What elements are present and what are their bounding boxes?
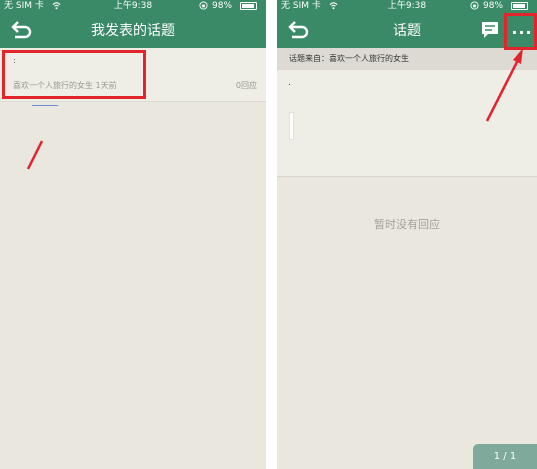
annotation-stroke [26,140,44,170]
annotation-arrow [485,48,523,122]
left-screen: 无 SIM 卡 上午9:38 98% 我发表的话题 : 喜欢一个人旅行的女生 1… [0,0,266,469]
right-screen: 无 SIM 卡 上午9:38 98% 话题 ... 话题来自：喜欢一个人旅行的女… [277,0,537,469]
screen-divider [266,0,277,469]
